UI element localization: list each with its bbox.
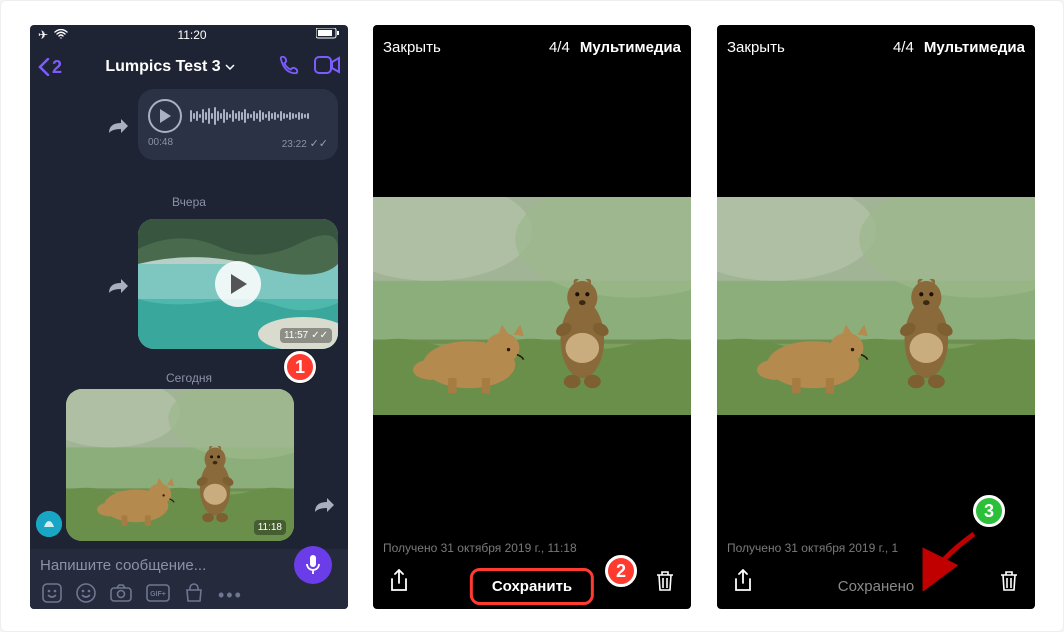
date-separator: Вчера xyxy=(30,195,348,209)
viewer-image[interactable] xyxy=(373,197,691,415)
forward-icon[interactable] xyxy=(108,119,128,140)
sticker-icon[interactable] xyxy=(42,583,62,608)
audio-duration: 23:22 xyxy=(282,139,307,150)
wifi-icon xyxy=(54,28,68,42)
back-count: 2 xyxy=(52,57,62,78)
svg-text:GIF+: GIF+ xyxy=(150,591,166,598)
chat-header: 2 Lumpics Test 3 xyxy=(30,45,348,89)
mic-button[interactable] xyxy=(294,546,332,584)
message-input[interactable]: Напишите сообщение... xyxy=(40,557,294,574)
read-receipt-icon: ✓✓ xyxy=(310,138,328,150)
chevron-down-icon xyxy=(225,64,235,70)
delete-icon[interactable] xyxy=(999,570,1019,597)
media-counter: 4/4 xyxy=(893,39,914,56)
compose-bar: Напишите сообщение... GIF+ ••• xyxy=(30,549,348,609)
photo-message[interactable]: 11:18 xyxy=(66,389,294,541)
viewer-header: Закрыть 4/4 Мультимедиа xyxy=(373,25,691,69)
read-receipt-icon: ✓✓ xyxy=(311,330,328,341)
forward-icon[interactable] xyxy=(314,498,334,519)
received-meta: Получено 31 октября 2019 г., 11:18 xyxy=(383,541,681,555)
multimedia-button[interactable]: Мультимедиа xyxy=(924,39,1025,56)
chat-screen: ✈ 11:20 2 Lumpics Test 3 xyxy=(30,25,348,609)
chat-body: 00:48 23:22 ✓✓ Вчера 11:57✓✓ Се xyxy=(30,89,348,549)
voice-call-icon[interactable] xyxy=(278,54,300,81)
share-icon[interactable] xyxy=(733,569,753,598)
step-badge-3: 3 xyxy=(973,495,1005,527)
viewer-image[interactable] xyxy=(717,197,1035,415)
chat-title[interactable]: Lumpics Test 3 xyxy=(105,58,234,76)
status-bar: ✈ 11:20 xyxy=(30,25,348,45)
airplane-mode-icon: ✈ xyxy=(38,28,48,42)
audio-waveform xyxy=(190,104,328,128)
forward-icon[interactable] xyxy=(108,279,128,300)
shop-icon[interactable] xyxy=(184,583,204,608)
avatar[interactable] xyxy=(36,511,62,537)
status-time: 11:20 xyxy=(177,28,206,42)
video-message[interactable]: 11:57✓✓ xyxy=(138,219,338,349)
more-icon[interactable]: ••• xyxy=(218,585,243,606)
viewer-header: Закрыть 4/4 Мультимедиа xyxy=(717,25,1035,69)
close-button[interactable]: Закрыть xyxy=(727,39,785,56)
video-call-icon[interactable] xyxy=(314,56,340,79)
save-button[interactable]: Сохранить xyxy=(474,572,590,601)
video-time: 11:57 xyxy=(284,330,308,341)
media-viewer-save: Закрыть 4/4 Мультимедиа Получено 31 октяб… xyxy=(373,25,691,609)
share-icon[interactable] xyxy=(389,569,409,598)
received-meta: Получено 31 октября 2019 г., 1 xyxy=(727,541,1025,555)
multimedia-button[interactable]: Мультимедиа xyxy=(580,39,681,56)
gif-icon[interactable]: GIF+ xyxy=(146,584,170,607)
audio-play-icon[interactable] xyxy=(148,99,182,133)
close-button[interactable]: Закрыть xyxy=(383,39,441,56)
photo-time: 11:18 xyxy=(258,522,282,533)
camera-icon[interactable] xyxy=(110,584,132,607)
media-counter: 4/4 xyxy=(549,39,570,56)
emoji-icon[interactable] xyxy=(76,583,96,608)
audio-position: 00:48 xyxy=(148,137,173,150)
audio-message[interactable]: 00:48 23:22 ✓✓ xyxy=(138,89,338,160)
delete-icon[interactable] xyxy=(655,570,675,597)
saved-label: Сохранено xyxy=(838,578,914,595)
video-play-icon[interactable] xyxy=(215,261,261,307)
back-button[interactable]: 2 xyxy=(38,57,62,78)
step-badge-1: 1 xyxy=(284,351,316,383)
step-badge-2: 2 xyxy=(605,555,637,587)
battery-icon xyxy=(316,28,340,42)
